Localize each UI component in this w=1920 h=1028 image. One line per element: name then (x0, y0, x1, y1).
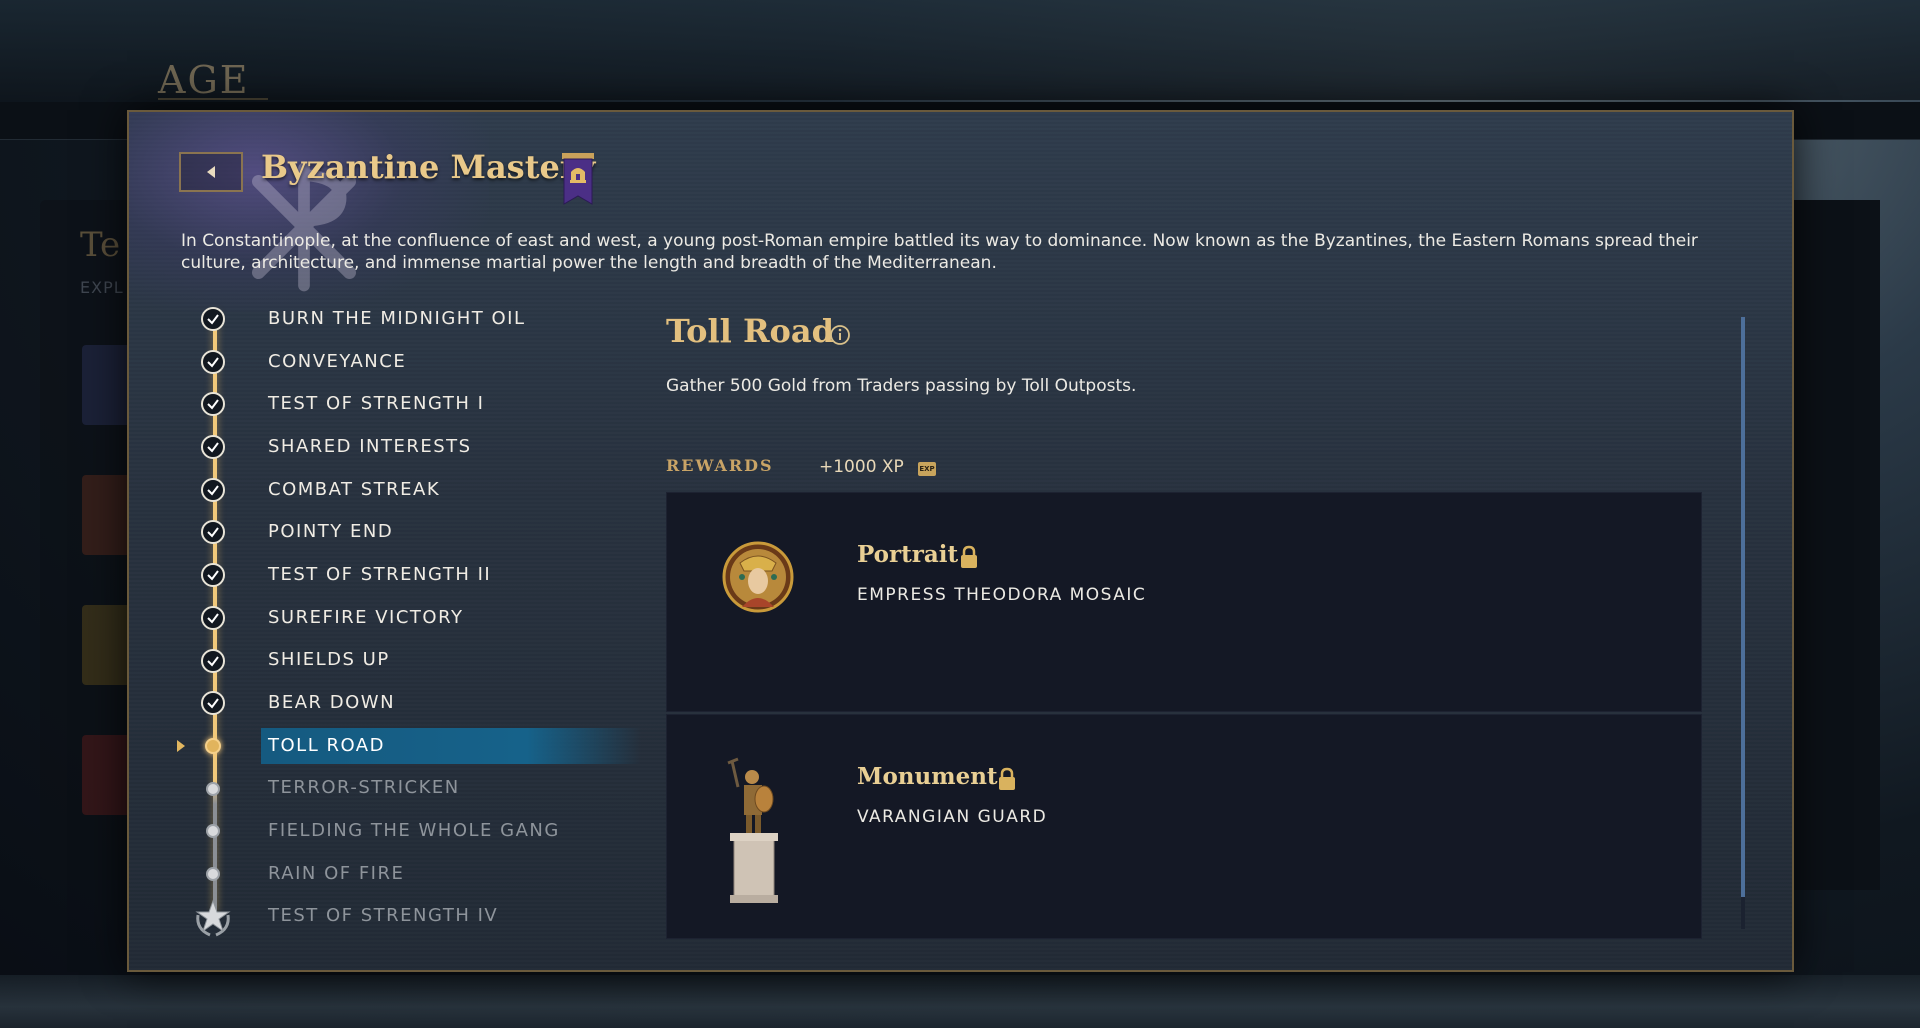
challenge-item[interactable]: BURN THE MIDNIGHT OIL (169, 297, 669, 340)
rewards-label: REWARDS (666, 456, 774, 475)
background-right-panel (1790, 200, 1880, 890)
challenge-description: Gather 500 Gold from Traders passing by … (666, 376, 1137, 396)
checkmark-icon (201, 392, 225, 417)
challenge-item[interactable]: SHARED INTERESTS (169, 425, 669, 468)
checkmark-icon (201, 691, 225, 716)
back-arrow-icon (207, 166, 215, 178)
challenge-label: TOLL ROAD (268, 734, 385, 756)
checkmark-icon (201, 435, 225, 460)
challenge-item[interactable]: CONVEYANCE (169, 340, 669, 383)
challenge-item[interactable]: RAIN OF FIRE (169, 852, 669, 895)
mastery-dialog: Byzantine Mastery In Constantinople, at … (127, 110, 1794, 972)
challenge-item[interactable]: COMBAT STREAK (169, 468, 669, 511)
background-panel-subtitle: EXPL (80, 278, 124, 297)
challenge-label: TEST OF STRENGTH I (268, 393, 485, 415)
challenge-item[interactable]: POINTY END (169, 510, 669, 553)
checkmark-icon (201, 605, 225, 630)
background-top-bar (0, 0, 1920, 100)
challenge-list: BURN THE MIDNIGHT OIL CONVEYANCE TEST OF… (169, 297, 669, 937)
background-bottom-bar (0, 975, 1920, 1028)
lock-icon (961, 545, 977, 568)
monument-statue-image (727, 757, 778, 903)
challenge-item[interactable]: TEST OF STRENGTH II (169, 553, 669, 596)
challenge-item[interactable]: TEST OF STRENGTH IV (169, 895, 669, 938)
challenge-title: Toll Road (666, 312, 834, 350)
challenge-label: SHARED INTERESTS (268, 435, 472, 457)
challenge-item[interactable]: TERROR-STRICKEN (169, 767, 669, 810)
scrollbar-thumb[interactable] (1741, 317, 1745, 897)
locked-node-icon (206, 824, 220, 839)
current-arrow-icon (177, 739, 185, 752)
challenge-label: CONVEYANCE (268, 350, 407, 372)
challenge-item[interactable]: SHIELDS UP (169, 639, 669, 682)
challenge-label: BEAR DOWN (268, 692, 396, 714)
byzantine-banner-icon (562, 153, 594, 205)
challenge-label: TERROR-STRICKEN (268, 777, 460, 799)
challenge-item[interactable]: BEAR DOWN (169, 681, 669, 724)
background-panel-title: Te (80, 225, 121, 265)
challenge-label: TEST OF STRENGTH II (268, 563, 492, 585)
challenge-label: SHIELDS UP (268, 649, 390, 671)
reward-name: VARANGIAN GUARD (857, 807, 1048, 827)
reward-type: Monument (857, 763, 998, 790)
star-laurel-icon (190, 895, 236, 941)
xp-icon: EXP (918, 462, 936, 476)
current-node-icon (205, 737, 221, 754)
challenge-label: COMBAT STREAK (268, 478, 441, 500)
locked-node-icon (206, 866, 220, 881)
background-logo-underline (158, 98, 268, 100)
page-title: Byzantine Mastery (261, 148, 596, 186)
challenge-label: BURN THE MIDNIGHT OIL (268, 307, 526, 329)
checkmark-icon (201, 349, 225, 374)
checkmark-icon (201, 520, 225, 545)
challenge-label: POINTY END (268, 521, 394, 543)
back-button[interactable] (179, 152, 243, 192)
challenge-label: RAIN OF FIRE (268, 862, 405, 884)
challenge-label: SUREFIRE VICTORY (268, 606, 464, 628)
checkmark-icon (201, 563, 225, 588)
challenge-item[interactable]: FIELDING THE WHOLE GANG (169, 809, 669, 852)
challenge-item-selected[interactable]: TOLL ROAD (169, 724, 669, 767)
reward-name: EMPRESS THEODORA MOSAIC (857, 585, 1147, 605)
challenge-item[interactable]: TEST OF STRENGTH I (169, 382, 669, 425)
reward-card-portrait[interactable]: Portrait EMPRESS THEODORA MOSAIC (666, 492, 1702, 712)
locked-node-icon (206, 781, 220, 796)
challenge-item[interactable]: SUREFIRE VICTORY (169, 596, 669, 639)
background-logo: AGE (158, 58, 250, 102)
portrait-image (722, 541, 794, 613)
challenge-label: FIELDING THE WHOLE GANG (268, 820, 560, 842)
challenge-label: TEST OF STRENGTH IV (268, 905, 499, 927)
lock-icon (999, 767, 1015, 790)
reward-card-monument[interactable]: Monument VARANGIAN GUARD (666, 714, 1702, 939)
reward-type: Portrait (857, 541, 959, 568)
checkmark-icon (201, 307, 225, 331)
info-icon[interactable] (829, 324, 851, 346)
checkmark-icon (201, 477, 225, 502)
civ-description: In Constantinople, at the confluence of … (181, 231, 1698, 273)
xp-reward: +1000 XP (819, 457, 904, 477)
checkmark-icon (201, 648, 225, 673)
